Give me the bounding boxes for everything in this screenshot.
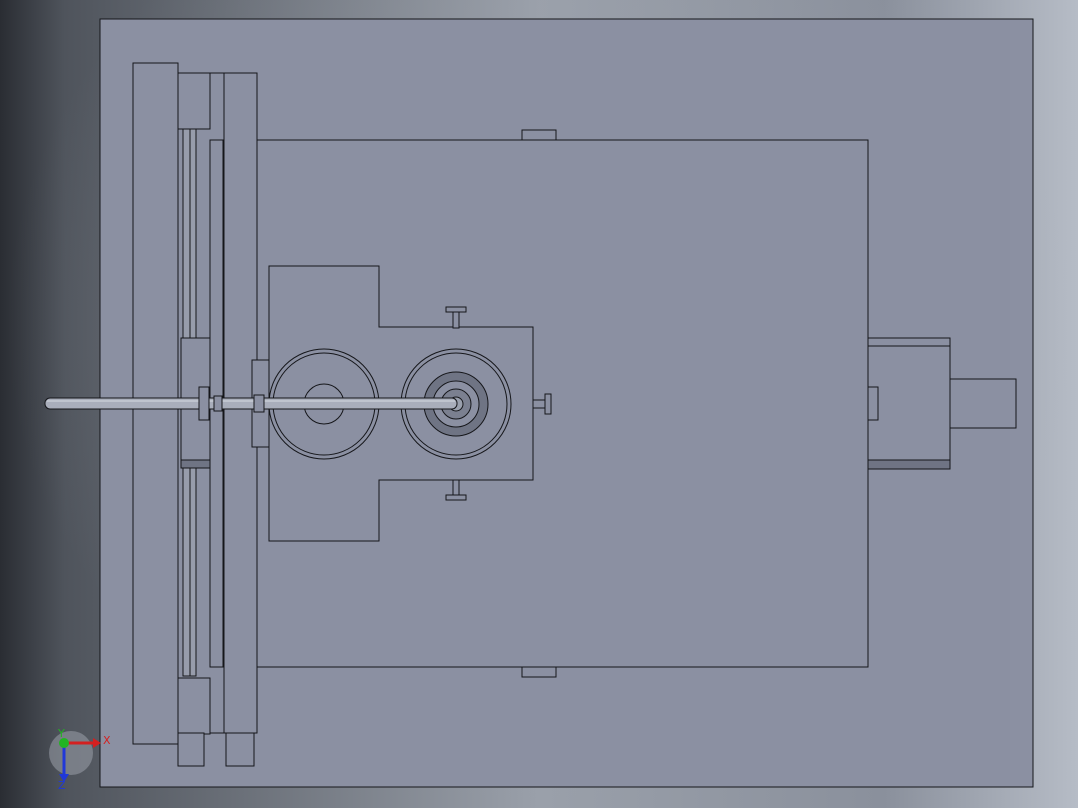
triad-origin-shadow	[49, 731, 93, 775]
rail-top-cap[interactable]	[177, 72, 211, 130]
y-axis-label: Y	[57, 727, 65, 740]
set-screw-bottom-shaft	[452, 479, 460, 496]
right-actuator-block[interactable]	[867, 337, 951, 470]
rod-collar-left[interactable]	[198, 386, 210, 421]
rod-nut[interactable]	[213, 395, 223, 412]
rod-collar-right[interactable]	[253, 394, 265, 413]
rail-foot-left[interactable]	[177, 732, 205, 767]
carriage-top-stop[interactable]	[521, 129, 557, 141]
cad-model-top-view[interactable]: X Y Z	[0, 0, 1078, 808]
set-screw-top-head[interactable]	[445, 306, 467, 313]
carriage-bottom-stop[interactable]	[521, 666, 557, 678]
rail-foot-right[interactable]	[225, 732, 255, 767]
right-actuator-shadow	[867, 459, 951, 470]
rail-bottom-cap[interactable]	[177, 677, 211, 735]
right-actuator-coupler[interactable]	[867, 386, 879, 421]
x-axis-label: X	[103, 734, 111, 747]
z-axis-label: Z	[58, 779, 66, 792]
graphics-viewport[interactable]: X Y Z	[0, 0, 1078, 808]
set-screw-top-shaft	[452, 311, 460, 329]
drive-rod[interactable]	[44, 397, 458, 410]
right-actuator-shaft[interactable]	[949, 378, 1017, 429]
set-screw-bottom-head[interactable]	[445, 494, 467, 501]
set-screw-right-head[interactable]	[544, 393, 552, 415]
motor-mount-base[interactable]	[180, 459, 211, 469]
